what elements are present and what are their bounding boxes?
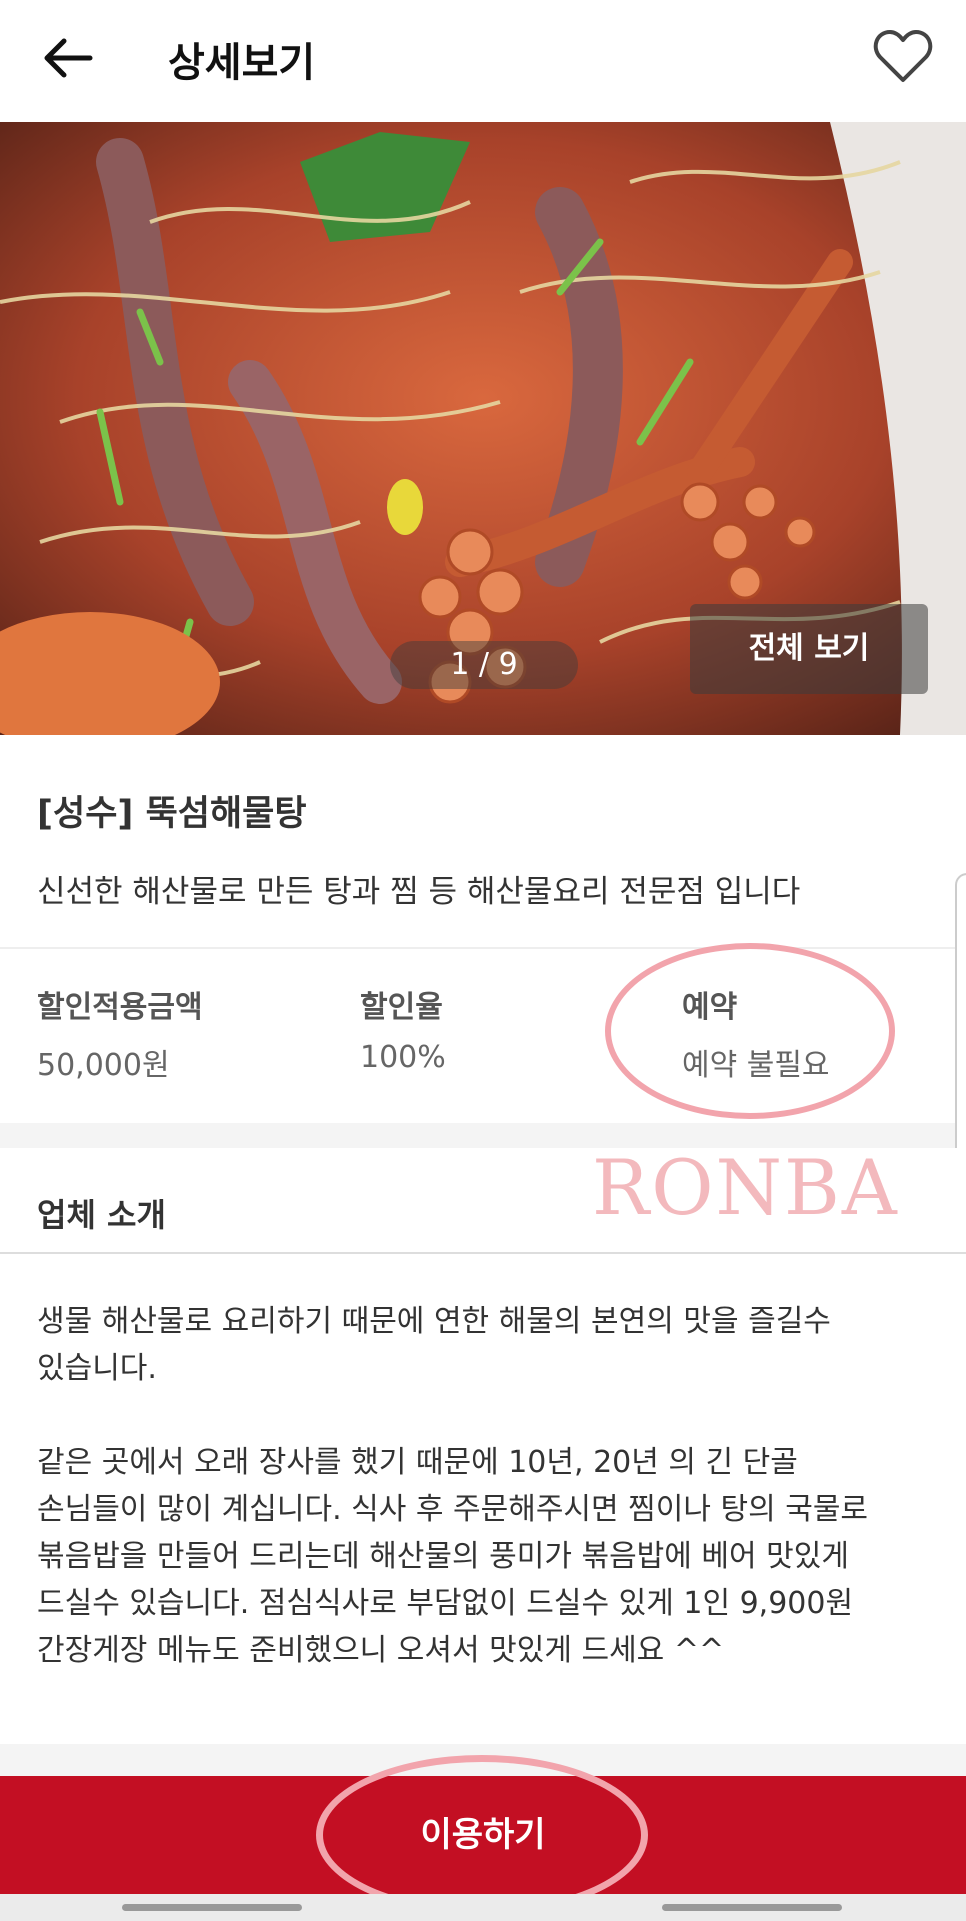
shop-name: [성수] 뚝섬해물탕 [37,794,307,834]
heart-outline-icon [873,30,933,82]
stat-label: 할인율 [360,990,443,1025]
shop-info-section: [성수] 뚝섬해물탕 신선한 해산물로 만든 탕과 찜 등 해산물요리 전문점 … [0,735,966,1123]
stat-value: 100% [360,1040,446,1075]
stat-label: 할인적용금액 [37,990,203,1025]
shop-description: 신선한 해산물로 만든 탕과 찜 등 해산물요리 전문점 입니다 [37,874,801,910]
discount-rate-stat: 할인율 100% [360,982,446,1075]
favorite-button[interactable] [872,26,934,88]
nav-indicator [122,1904,302,1911]
gallery-pager: 1 / 9 [390,641,578,689]
stat-value: 예약 불필요 [682,1048,830,1083]
stat-label: 예약 [682,990,738,1025]
intro-title: 업체 소개 [37,1196,166,1234]
watermark: RONBA [592,1143,899,1232]
divider [0,947,966,949]
arrow-left-icon [44,38,93,78]
discount-amount-stat: 할인적용금액 50,000원 [37,982,203,1084]
view-all-photos-button[interactable]: 전체 보기 [690,604,928,694]
stat-value: 50,000원 [37,1048,170,1083]
intro-text: 생물 해산물로 요리하기 때문에 연한 해물의 본연의 맛을 즐길수 있습니다.… [37,1304,869,1668]
back-button[interactable] [38,28,98,88]
intro-body: 생물 해산물로 요리하기 때문에 연한 해물의 본연의 맛을 즐길수 있습니다.… [0,1254,966,1744]
bottom-action-bar: 이용하기 [0,1776,966,1894]
app-header: 상세보기 [0,0,966,122]
use-button[interactable]: 이용하기 [0,1776,966,1894]
reservation-stat: 예약 예약 불필요 [682,982,830,1084]
nav-indicator [662,1904,842,1911]
page-title: 상세보기 [168,40,316,86]
